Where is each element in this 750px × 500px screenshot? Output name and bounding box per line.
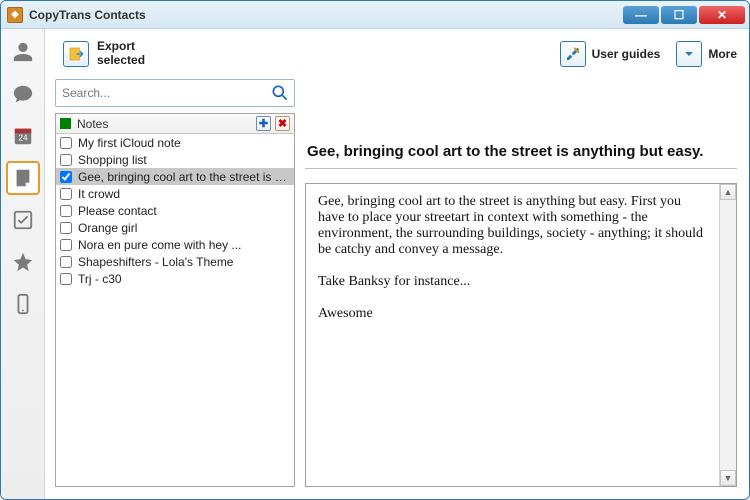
list-item-checkbox[interactable] — [60, 239, 72, 251]
calendar-icon: 24 — [12, 125, 34, 147]
list-item-checkbox[interactable] — [60, 154, 72, 166]
app-icon: ◆ — [7, 7, 23, 23]
list-item-label: Orange girl — [78, 221, 137, 235]
list-item-label: Shapeshifters - Lola's Theme — [78, 255, 233, 269]
export-icon — [63, 41, 89, 67]
add-note-button[interactable]: ✚ — [256, 116, 271, 131]
export-selected-button[interactable]: Export selected — [55, 36, 153, 72]
tools-icon — [560, 41, 586, 67]
more-button[interactable]: More — [676, 41, 737, 67]
list-item-label: Nora en pure come with hey ... — [78, 238, 241, 252]
note-title: Gee, bringing cool art to the street is … — [305, 137, 737, 169]
list-item[interactable]: Trj - c30 — [56, 270, 294, 287]
svg-text:24: 24 — [18, 134, 28, 143]
more-label: More — [708, 47, 737, 61]
list-item-checkbox[interactable] — [60, 222, 72, 234]
user-guides-label: User guides — [592, 47, 661, 61]
list-item-label: My first iCloud note — [78, 136, 181, 150]
user-guides-button[interactable]: User guides — [560, 41, 661, 67]
delete-note-button[interactable]: ✖ — [275, 116, 290, 131]
maximize-button[interactable]: ☐ — [661, 6, 697, 24]
list-item[interactable]: Shapeshifters - Lola's Theme — [56, 253, 294, 270]
list-item-label: Please contact — [78, 204, 157, 218]
list-item-label: Gee, bringing cool art to the street is … — [78, 170, 290, 184]
person-icon — [12, 41, 34, 63]
check-icon — [12, 209, 34, 231]
minimize-button[interactable]: — — [623, 6, 659, 24]
sidebar-item-device[interactable] — [6, 287, 40, 321]
close-button[interactable]: ✕ — [699, 6, 745, 24]
window-title: CopyTrans Contacts — [29, 8, 146, 22]
list-item-checkbox[interactable] — [60, 188, 72, 200]
list-item-checkbox[interactable] — [60, 205, 72, 217]
list-item[interactable]: My first iCloud note — [56, 134, 294, 151]
export-label-2: selected — [97, 54, 145, 68]
list-item[interactable]: Gee, bringing cool art to the street is … — [56, 168, 294, 185]
star-icon — [12, 251, 34, 273]
list-item-checkbox[interactable] — [60, 137, 72, 149]
list-item-checkbox[interactable] — [60, 273, 72, 285]
scroll-up-icon[interactable]: ▲ — [720, 184, 736, 200]
list-item[interactable]: Nora en pure come with hey ... — [56, 236, 294, 253]
note-icon — [12, 167, 34, 189]
sidebar-item-notes[interactable] — [6, 161, 40, 195]
sidebar-item-calendar[interactable]: 24 — [6, 119, 40, 153]
list-item[interactable]: It crowd — [56, 185, 294, 202]
search-icon[interactable] — [270, 83, 290, 103]
note-content-area: Gee, bringing cool art to the street is … — [305, 183, 737, 487]
search-box[interactable] — [55, 79, 295, 107]
scrollbar[interactable]: ▲ ▼ — [719, 184, 736, 486]
list-item-label: It crowd — [78, 187, 120, 201]
scroll-down-icon[interactable]: ▼ — [720, 470, 736, 486]
sidebar-item-messages[interactable] — [6, 77, 40, 111]
list-item-label: Shopping list — [78, 153, 147, 167]
list-item[interactable]: Orange girl — [56, 219, 294, 236]
list-item-label: Trj - c30 — [78, 272, 122, 286]
list-header[interactable]: Notes ✚ ✖ — [56, 114, 294, 134]
sidebar: 24 — [1, 29, 45, 499]
notes-list: Notes ✚ ✖ My first iCloud note Shopping l… — [55, 113, 295, 487]
note-body[interactable]: Gee, bringing cool art to the street is … — [306, 184, 719, 486]
list-item-checkbox[interactable] — [60, 171, 72, 183]
chat-icon — [12, 83, 34, 105]
list-header-label: Notes — [77, 117, 108, 131]
search-input[interactable] — [62, 86, 270, 100]
sidebar-item-favorites[interactable] — [6, 245, 40, 279]
sidebar-item-contacts[interactable] — [6, 35, 40, 69]
dropdown-icon — [676, 41, 702, 67]
list-item[interactable]: Please contact — [56, 202, 294, 219]
sidebar-item-tasks[interactable] — [6, 203, 40, 237]
export-label-1: Export — [97, 40, 145, 54]
select-all-checkbox[interactable] — [60, 118, 71, 129]
phone-icon — [12, 293, 34, 315]
list-item[interactable]: Shopping list — [56, 151, 294, 168]
list-item-checkbox[interactable] — [60, 256, 72, 268]
scroll-track[interactable] — [720, 200, 736, 470]
